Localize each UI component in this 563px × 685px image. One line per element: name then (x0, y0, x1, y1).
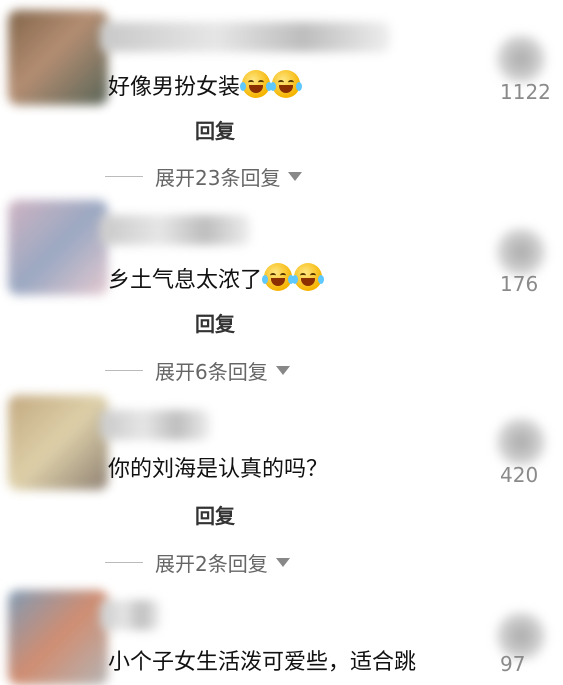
comment-text-row: 乡土气息太浓了 (108, 263, 325, 296)
laugh-crying-emoji-icon (262, 263, 295, 291)
avatar[interactable] (8, 590, 108, 685)
username-blurred[interactable] (100, 22, 390, 52)
caret-down-icon (288, 172, 303, 181)
username-blurred[interactable] (100, 410, 210, 440)
like-count: 176 (500, 272, 539, 296)
comment-text-row: 好像男扮女装 (108, 70, 303, 103)
avatar[interactable] (8, 200, 108, 295)
like-icon[interactable] (495, 35, 547, 83)
expand-replies-button[interactable]: 展开6条回复 (105, 356, 290, 385)
reply-button[interactable]: 回复 (195, 115, 235, 144)
reply-button[interactable]: 回复 (195, 500, 235, 529)
like-count: 420 (500, 463, 539, 487)
username-blurred[interactable] (100, 215, 250, 245)
username-blurred[interactable] (100, 600, 160, 630)
like-count: 97 (500, 652, 526, 676)
reply-button[interactable]: 回复 (195, 308, 235, 337)
laugh-crying-emoji-icon (240, 70, 273, 98)
expand-replies-label: 展开6条回复 (155, 360, 268, 384)
caret-down-icon (275, 558, 290, 567)
like-icon[interactable] (495, 418, 547, 466)
divider-line (105, 562, 143, 563)
caret-down-icon (275, 366, 290, 375)
comment-text: 小个子女生活泼可爱些，适合跳 (108, 650, 417, 675)
expand-replies-button[interactable]: 展开2条回复 (105, 548, 290, 577)
like-count: 1122 (500, 80, 551, 104)
laugh-crying-emoji-icon (270, 70, 303, 98)
comment-text-row: 你的刘海是认真的吗？ (108, 455, 328, 485)
expand-replies-button[interactable]: 展开23条回复 (105, 162, 303, 191)
comment-text-row: 小个子女生活泼可爱些，适合跳 (108, 648, 416, 678)
avatar[interactable] (8, 10, 108, 105)
divider-line (105, 176, 143, 177)
comment-text: 乡土气息太浓了 (108, 268, 263, 293)
expand-replies-label: 展开23条回复 (155, 166, 281, 190)
avatar[interactable] (8, 395, 108, 490)
comment-text: 好像男扮女装 (108, 75, 241, 100)
divider-line (105, 370, 143, 371)
laugh-crying-emoji-icon (292, 263, 325, 291)
comment-text: 你的刘海是认真的吗？ (108, 457, 329, 482)
like-icon[interactable] (495, 228, 547, 276)
expand-replies-label: 展开2条回复 (155, 552, 268, 576)
